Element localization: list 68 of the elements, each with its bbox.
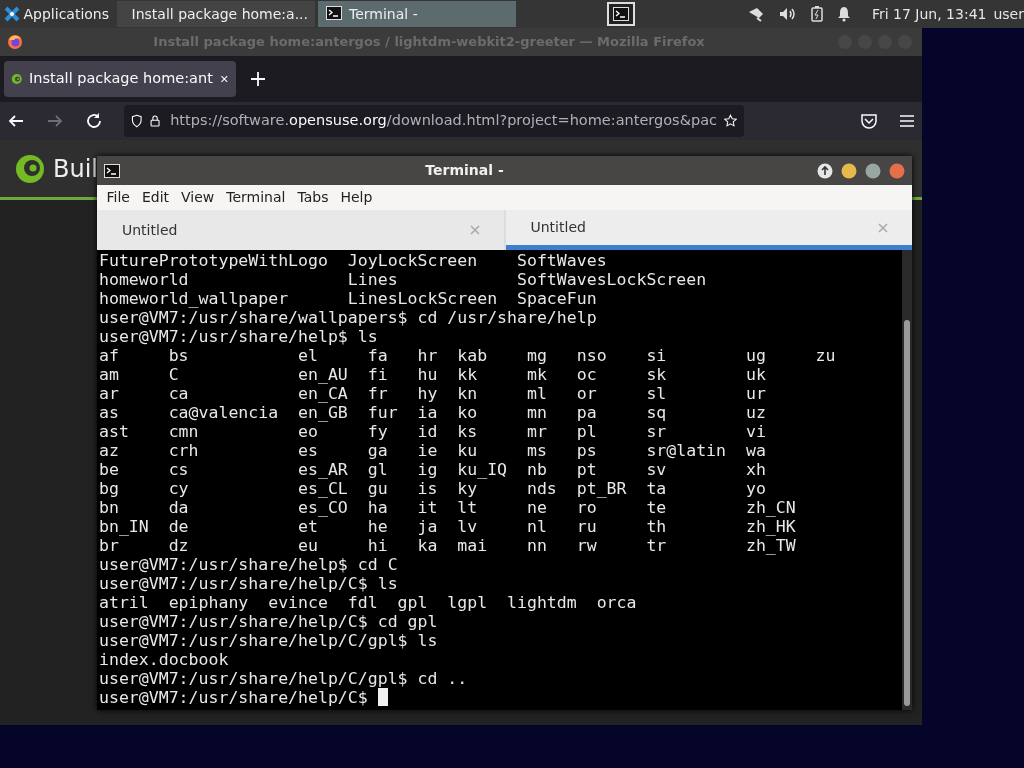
menu-icon[interactable] [899, 114, 915, 128]
star-icon[interactable] [724, 112, 737, 130]
close-icon[interactable] [219, 73, 229, 85]
terminal-line: user@VM7:/usr/share/wallpapers$ cd /usr/share/help [98, 308, 598, 327]
terminal-line: am C en_AU fi hu kk mk oc sk uk [98, 365, 767, 384]
scrollbar-thumb[interactable] [904, 320, 910, 706]
page-heading: Buil [53, 153, 98, 185]
terminal-line: bg cy es_CL gu is ky nds pt_BR ta yo [98, 479, 767, 498]
opensuse-icon [10, 71, 22, 87]
terminal-line: br dz eu hi ka mai nn rw tr zh_TW [98, 536, 797, 555]
workspace-button[interactable] [606, 2, 635, 26]
terminal-line: atril epiphany evince fdl gpl lgpl lightdm orca [98, 593, 638, 612]
window-close-button[interactable] [889, 162, 905, 179]
terminal-icon [612, 7, 629, 21]
shield-icon[interactable] [131, 112, 143, 130]
url-text: https://software.opensuse.org/download.html?project=home:antergos&pac [170, 111, 717, 131]
terminal-line: user@VM7:/usr/share/help$ cd C [98, 555, 399, 574]
lock-icon[interactable] [149, 112, 160, 130]
firefox-icon [7, 34, 23, 50]
terminal-tab[interactable]: Untitled [97, 210, 504, 250]
terminal-line: bn_IN de et he ja lv nl ru th zh_HK [98, 517, 797, 536]
menu-item[interactable]: Terminal [220, 187, 292, 208]
terminal-line: as ca@valencia en_GB fur ia ko mn pa sq uz [98, 403, 767, 422]
terminal-tab[interactable]: Untitled [505, 210, 912, 250]
reload-icon[interactable] [85, 112, 103, 130]
applications-menu-button[interactable]: Applications [0, 3, 114, 25]
terminal-line: ast cmn eo fy id ks mr pl sr vi [98, 422, 767, 441]
terminal-line: ar ca en_CA fr hy kn ml or sl ur [98, 384, 767, 403]
scrollbar[interactable] [902, 250, 912, 710]
opensuse-logo [14, 152, 46, 185]
terminal-line: be cs es_AR gl ig ku_IQ nb pt sv xh [98, 460, 767, 479]
terminal-line: bn da es_CO ha it lt ne ro te zh_CN [98, 498, 797, 517]
battery-icon[interactable] [810, 6, 823, 22]
terminal-line: user@VM7:/usr/share/help/C/gpl$ cd .. [98, 669, 469, 688]
address-bar[interactable]: https://software.opensuse.org/download.html?project=home:antergos&pac [124, 105, 744, 137]
tab-title: Install package home:ant [29, 69, 213, 89]
menu-item[interactable]: Tabs [291, 187, 335, 208]
terminal-line: index.docbook [98, 650, 230, 669]
keep-above-button[interactable] [817, 162, 833, 179]
terminal-line: user@VM7:/usr/share/help/C/gpl$ ls [98, 631, 439, 650]
menu-item[interactable]: View [175, 187, 221, 208]
taskbar-button[interactable]: Install package home:a... [116, 1, 315, 27]
window-title: Terminal - [424, 161, 505, 180]
terminal-icon [104, 163, 120, 178]
terminal-line: user@VM7:/usr/share/help/C$ cd gpl [98, 612, 439, 631]
menu-item[interactable]: File [100, 187, 136, 208]
menu-item[interactable]: Help [334, 187, 379, 208]
clock[interactable]: Fri 17 Jun, 13:41 [871, 3, 987, 25]
browser-tab[interactable]: Install package home:ant [3, 61, 236, 97]
menu-item[interactable]: Edit [135, 187, 176, 208]
terminal-line: user@VM7:/usr/share/help/C$ ls [98, 574, 399, 593]
volume-icon[interactable] [778, 6, 797, 22]
new-tab-icon[interactable] [249, 71, 266, 87]
back-icon[interactable] [7, 113, 25, 129]
pocket-icon[interactable] [860, 113, 878, 129]
taskbar-button[interactable]: Terminal - [318, 1, 517, 27]
terminal-line: FuturePrototypeWithLogo JoyLockScreen SoftWaves [98, 251, 608, 270]
terminal-line: af bs el fa hr kab mg nso si ug zu [98, 346, 837, 365]
window-minimize-button[interactable] [841, 162, 857, 179]
terminal-line: user@VM7:/usr/share/help$ ls [98, 327, 379, 346]
terminal-line: az crh es ga ie ku ms ps sr@latin wa [98, 441, 767, 460]
window-maximize-button[interactable] [865, 162, 881, 179]
terminal-line: homeworld Lines SoftWavesLockScreen [98, 270, 708, 289]
terminal-line: homeworld_wallpaper LinesLockScreen SpaceFun [98, 289, 598, 308]
terminal-icon [326, 6, 343, 22]
user-name[interactable]: user [993, 3, 1024, 25]
xfce-icon [4, 6, 20, 22]
notification-bell-icon[interactable] [836, 6, 851, 22]
